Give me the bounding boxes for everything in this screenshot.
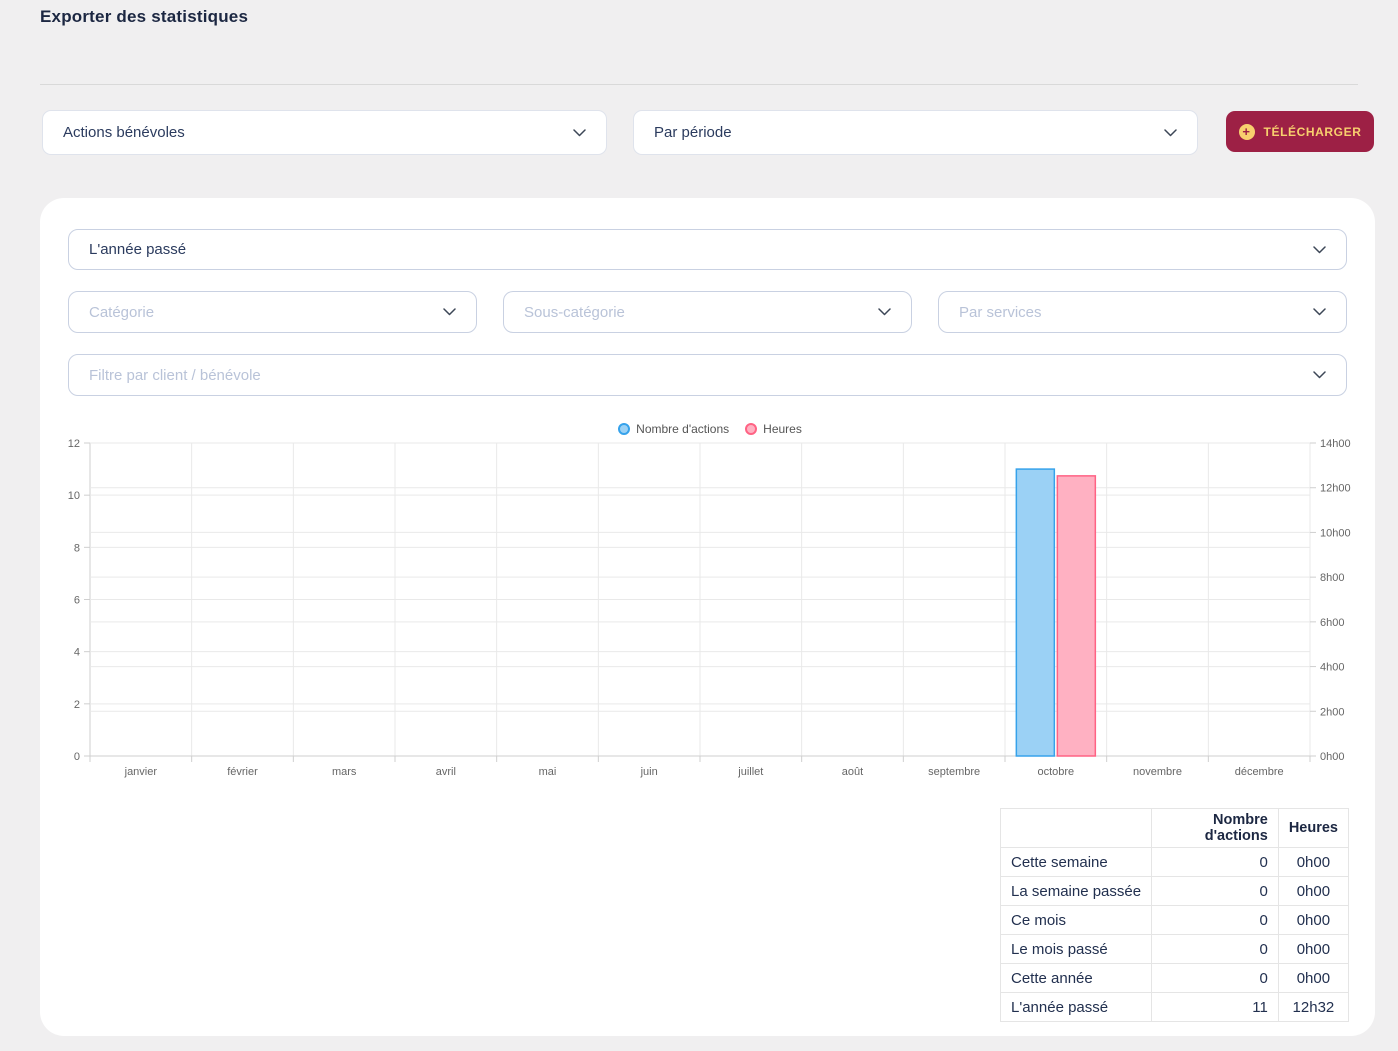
summary-table-row: Le mois passé00h00 [1001,935,1349,964]
download-button-label: TÉLÉCHARGER [1264,125,1362,139]
chevron-down-icon [1164,129,1177,137]
legend-dot-icon [618,423,630,435]
legend-dot-icon [745,423,757,435]
summary-table-row: Ce mois00h00 [1001,906,1349,935]
summary-cell: Le mois passé [1001,935,1152,964]
svg-text:8: 8 [74,542,80,554]
chevron-down-icon [1313,308,1326,316]
summary-table: Nombre d'actions Heures Cette semaine00h… [1000,808,1349,1022]
category-select[interactable]: Catégorie [68,291,477,333]
report-type-select[interactable]: Actions bénévoles [42,110,607,155]
plus-icon: + [1239,124,1255,140]
page-title: Exporter des statistiques [40,7,248,27]
svg-text:8h00: 8h00 [1320,572,1344,584]
svg-text:septembre: septembre [928,766,980,778]
svg-text:4: 4 [74,647,80,659]
legend-label: Heures [763,422,802,436]
summary-cell: La semaine passée [1001,877,1152,906]
subcategory-select[interactable]: Sous-catégorie [503,291,912,333]
summary-cell: 0h00 [1278,877,1348,906]
summary-cell: 0 [1152,964,1278,993]
svg-text:12h00: 12h00 [1320,483,1351,495]
svg-text:janvier: janvier [124,766,158,778]
download-button[interactable]: + TÉLÉCHARGER [1226,111,1374,152]
summary-cell: L'année passé [1001,993,1152,1022]
summary-cell: 12h32 [1278,993,1348,1022]
services-select[interactable]: Par services [938,291,1347,333]
client-filter-placeholder: Filtre par client / bénévole [89,367,1313,384]
summary-cell: Cette année [1001,964,1152,993]
chevron-down-icon [1313,246,1326,254]
svg-text:2: 2 [74,699,80,711]
svg-text:4h00: 4h00 [1320,662,1344,674]
chart-legend: Nombre d'actions Heures [60,420,1360,438]
svg-text:mars: mars [332,766,357,778]
svg-text:juillet: juillet [737,766,763,778]
svg-text:décembre: décembre [1235,766,1284,778]
summary-cell: 0h00 [1278,848,1348,877]
header-heures: Heures [1278,809,1348,848]
summary-table-body: Cette semaine00h00La semaine passée00h00… [1001,848,1349,1022]
summary-cell: 11 [1152,993,1278,1022]
summary-cell: 0 [1152,935,1278,964]
summary-table-row: La semaine passée00h00 [1001,877,1349,906]
header-actions: Nombre d'actions [1152,809,1278,848]
chevron-down-icon [1313,371,1326,379]
bar-heures [1057,476,1095,756]
summary-cell: 0h00 [1278,935,1348,964]
category-select-placeholder: Catégorie [89,304,443,321]
summary-table-row: L'année passé1112h32 [1001,993,1349,1022]
period-select[interactable]: L'année passé [68,229,1347,270]
svg-text:10: 10 [68,490,80,502]
period-select-value: L'année passé [89,241,1313,258]
svg-text:avril: avril [436,766,456,778]
svg-text:0: 0 [74,751,80,763]
summary-cell: 0 [1152,906,1278,935]
summary-cell: 0h00 [1278,906,1348,935]
chart-svg: janvier février mars avril mai juin juillet aoû… [60,437,1360,785]
svg-text:14h00: 14h00 [1320,438,1351,450]
client-filter-select[interactable]: Filtre par client / bénévole [68,354,1347,396]
svg-text:6h00: 6h00 [1320,617,1344,629]
export-statistics-page: Exporter des statistiques Actions bénévo… [0,0,1398,1051]
period-mode-select[interactable]: Par période [633,110,1198,155]
legend-item[interactable]: Heures [745,422,802,436]
svg-text:2h00: 2h00 [1320,706,1344,718]
svg-text:novembre: novembre [1133,766,1182,778]
svg-text:octobre: octobre [1037,766,1074,778]
svg-text:août: août [842,766,863,778]
svg-text:10h00: 10h00 [1320,527,1351,539]
legend-item[interactable]: Nombre d'actions [618,422,729,436]
chevron-down-icon [573,129,586,137]
summary-table-row: Cette semaine00h00 [1001,848,1349,877]
summary-cell: 0 [1152,877,1278,906]
report-type-value: Actions bénévoles [63,124,573,141]
subcategory-select-placeholder: Sous-catégorie [524,304,878,321]
header-divider [40,84,1358,85]
chevron-down-icon [878,308,891,316]
svg-text:12: 12 [68,438,80,450]
chevron-down-icon [443,308,456,316]
svg-text:0h00: 0h00 [1320,751,1344,763]
header-empty [1001,809,1152,848]
svg-text:6: 6 [74,595,80,607]
summary-table-header-row: Nombre d'actions Heures [1001,809,1349,848]
svg-text:février: février [227,766,258,778]
legend-label: Nombre d'actions [636,422,729,436]
svg-text:mai: mai [539,766,557,778]
summary-cell: 0h00 [1278,964,1348,993]
period-mode-value: Par période [654,124,1164,141]
bar-actions [1016,469,1054,756]
services-select-placeholder: Par services [959,304,1313,321]
summary-cell: Ce mois [1001,906,1152,935]
summary-table-row: Cette année00h00 [1001,964,1349,993]
summary-cell: 0 [1152,848,1278,877]
summary-cell: Cette semaine [1001,848,1152,877]
svg-text:juin: juin [640,766,658,778]
